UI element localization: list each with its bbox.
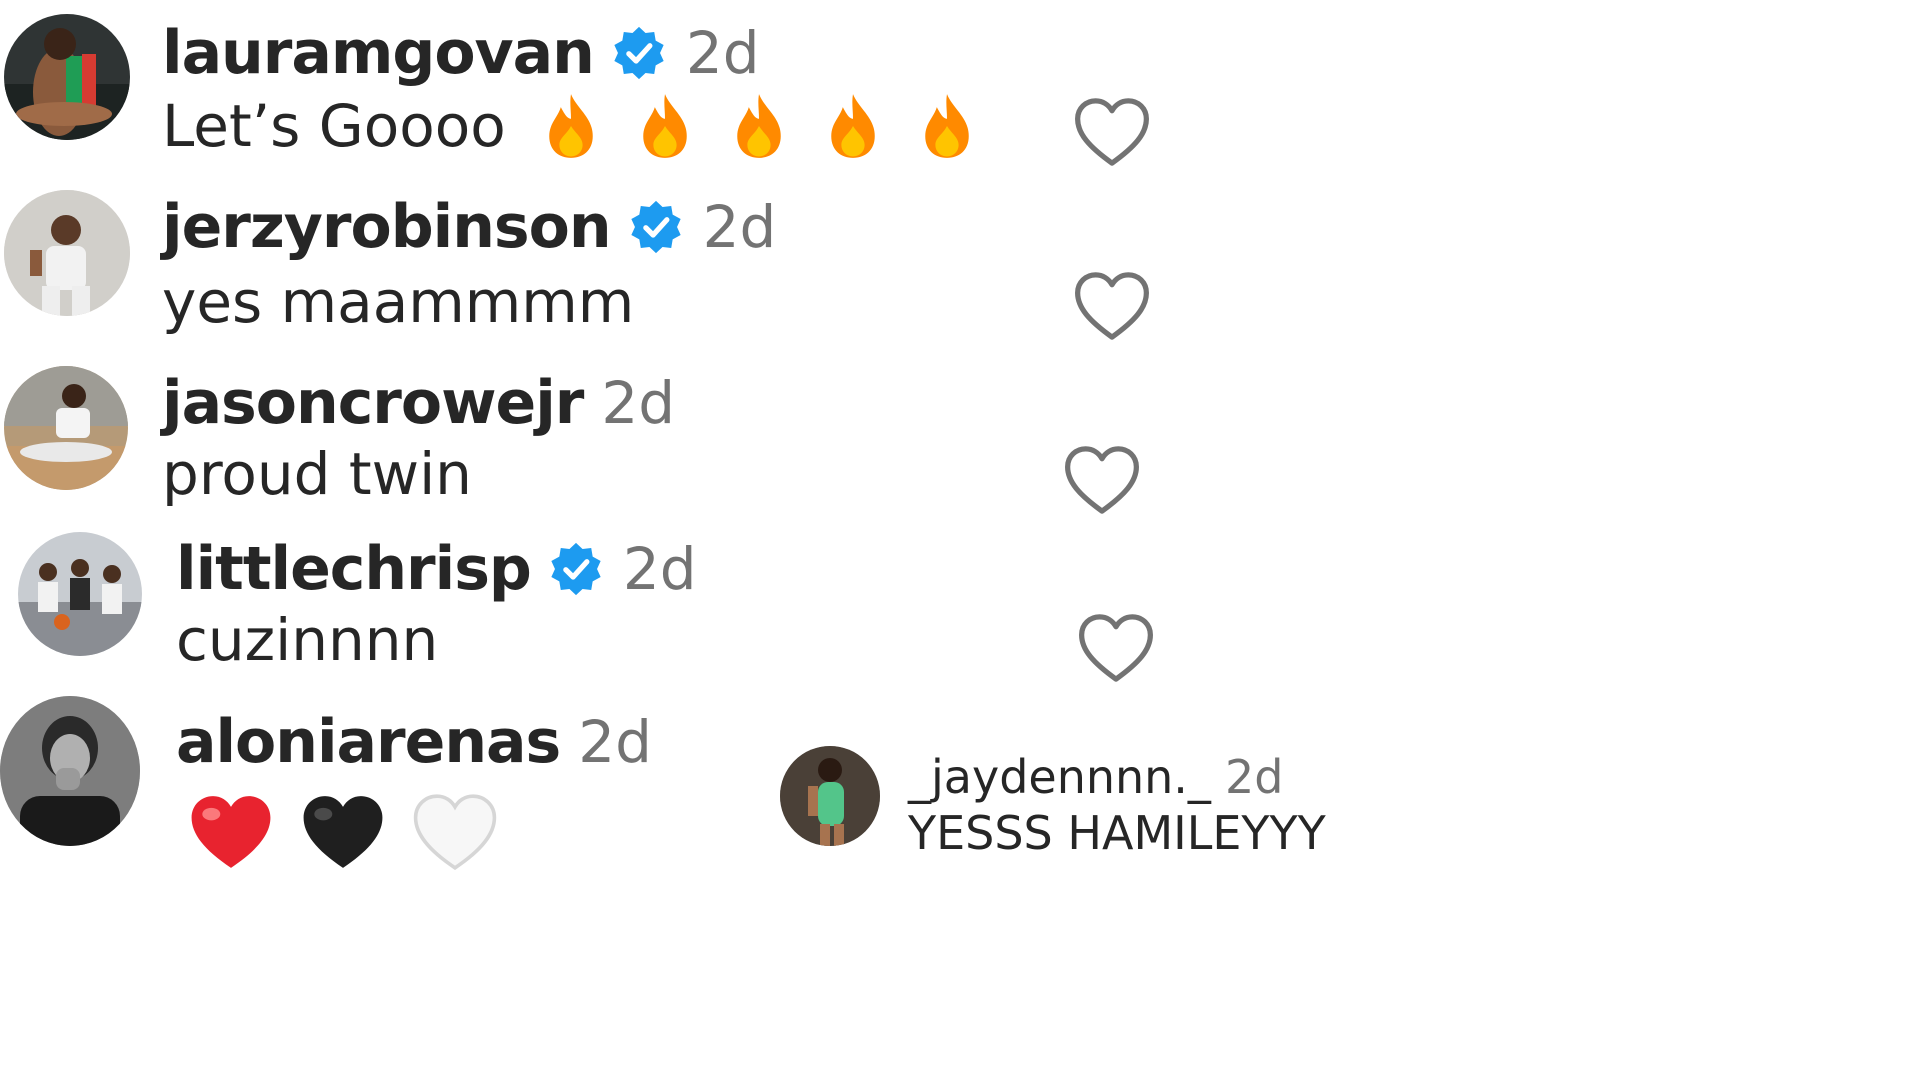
comment-header: littlechrisp 2d <box>176 534 697 604</box>
avatar[interactable] <box>4 366 128 490</box>
timestamp: 2d <box>1224 750 1284 804</box>
comment-text: cuzinnnn <box>176 602 438 678</box>
timestamp: 2d <box>601 369 676 437</box>
avatar[interactable] <box>4 190 130 316</box>
verified-badge-icon <box>547 540 605 598</box>
timestamp: 2d <box>685 19 760 87</box>
like-button[interactable] <box>1072 96 1152 168</box>
reply-body: YESSS HAMILEYYY <box>908 806 1326 860</box>
verified-badge-icon <box>627 198 685 256</box>
heart-outline-icon <box>1065 446 1139 514</box>
comment-header: jerzyrobinson 2d <box>162 192 776 262</box>
username[interactable]: jasoncrowejr <box>162 368 584 438</box>
username[interactable]: littlechrisp <box>176 534 532 604</box>
username[interactable]: _jaydennnn._ <box>908 750 1211 804</box>
avatar[interactable] <box>0 696 140 846</box>
comment-header: jasoncrowejr 2d <box>162 368 675 438</box>
like-button[interactable] <box>1062 444 1142 516</box>
reply-text: YESSS HAMILEYYY <box>908 806 1326 860</box>
reply-header: _jaydennnn._ 2d <box>908 750 1283 804</box>
avatar[interactable] <box>780 746 880 846</box>
heart-outline-icon <box>1075 272 1149 340</box>
red-heart-emoji-icon <box>191 796 271 868</box>
username[interactable]: lauramgovan <box>162 18 595 88</box>
comment-body: yes maammmm <box>162 268 635 336</box>
avatar[interactable] <box>18 532 142 656</box>
username[interactable]: jerzyrobinson <box>162 192 612 262</box>
verified-badge-icon <box>610 24 668 82</box>
timestamp: 2d <box>702 193 777 261</box>
like-button[interactable] <box>1072 270 1152 342</box>
emoji-row <box>188 792 524 872</box>
comment-header: lauramgovan 2d <box>162 18 760 88</box>
black-heart-emoji-icon <box>303 796 383 868</box>
comment-text: yes maammmm <box>162 264 634 340</box>
like-button[interactable] <box>1076 612 1156 684</box>
heart-outline-icon <box>1079 614 1153 682</box>
fire-emoji-icon <box>542 91 600 161</box>
heart-outline-icon <box>1075 98 1149 166</box>
fire-emoji-icon <box>730 91 788 161</box>
fire-emoji-icon <box>824 91 882 161</box>
comment-body: Let’s Goooo <box>162 92 506 160</box>
comment-text: proud twin <box>162 436 472 512</box>
timestamp: 2d <box>578 708 652 776</box>
white-heart-emoji-icon <box>413 794 497 870</box>
timestamp: 2d <box>622 535 697 603</box>
fire-emoji-icon <box>918 91 976 161</box>
comment-body: cuzinnnn <box>176 606 439 674</box>
username[interactable]: aloniarenas <box>176 707 561 777</box>
comment-header: aloniarenas 2d <box>176 704 652 780</box>
fire-emoji-icon <box>636 91 694 161</box>
avatar[interactable] <box>4 14 130 140</box>
comment-text: Let’s Goooo <box>162 88 976 164</box>
comment-body: proud twin <box>162 440 472 508</box>
